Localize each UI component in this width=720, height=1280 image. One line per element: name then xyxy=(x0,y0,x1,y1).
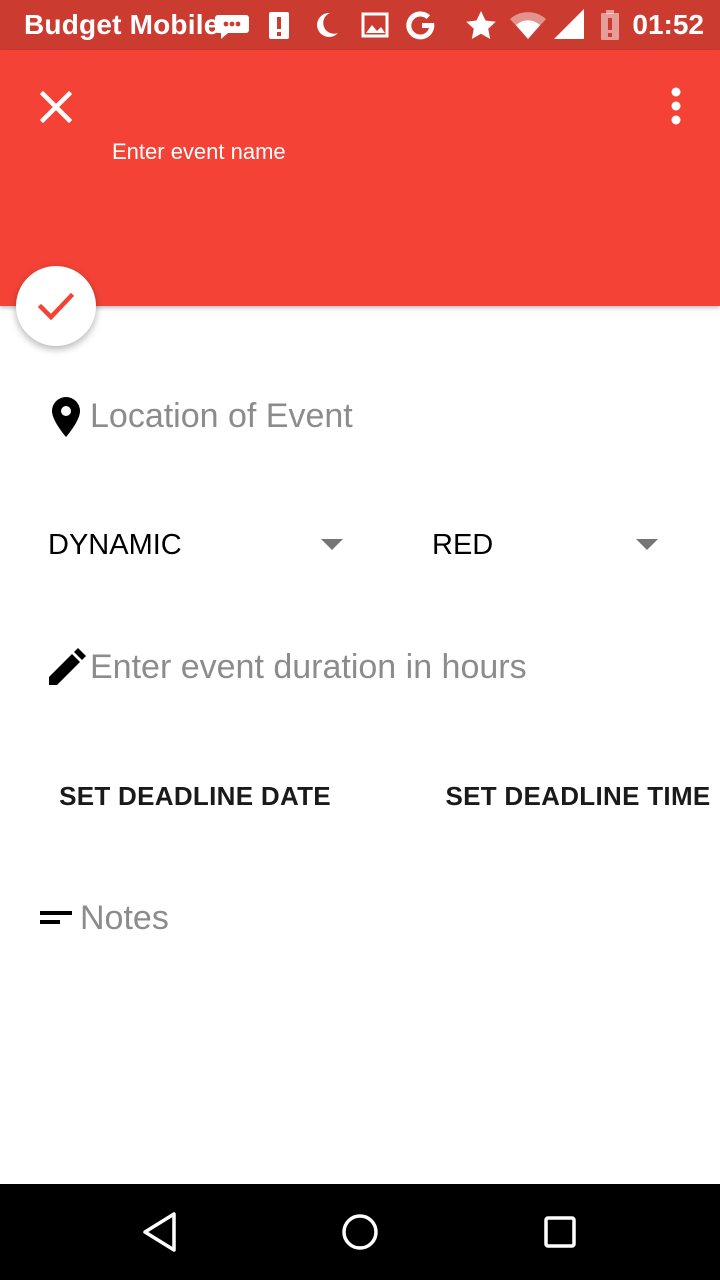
duration-input[interactable] xyxy=(90,645,710,689)
recents-button[interactable] xyxy=(520,1200,600,1264)
carrier-name: Budget Mobile xyxy=(24,9,220,40)
back-button[interactable] xyxy=(120,1200,200,1264)
dropdown-arrow-icon xyxy=(636,539,658,550)
notes-icon xyxy=(40,911,72,924)
home-icon xyxy=(342,1214,378,1250)
recents-icon xyxy=(544,1216,576,1248)
battery-alert-icon xyxy=(601,10,619,40)
moon-icon xyxy=(317,12,338,37)
event-type-value: DYNAMIC xyxy=(48,528,182,561)
clock: 01:52 xyxy=(632,9,704,40)
set-deadline-date-button[interactable]: SET DEADLINE DATE xyxy=(56,764,334,828)
app-bar xyxy=(0,50,720,306)
pencil-icon xyxy=(49,648,86,685)
location-input[interactable] xyxy=(90,394,650,438)
event-color-spinner[interactable]: RED xyxy=(432,515,662,575)
more-options-button[interactable] xyxy=(656,82,696,130)
event-name-input[interactable] xyxy=(112,134,632,170)
set-deadline-time-button[interactable]: SET DEADLINE TIME xyxy=(442,764,714,828)
image-icon xyxy=(361,12,389,38)
location-pin-icon xyxy=(52,397,80,437)
back-icon xyxy=(143,1212,176,1252)
more-vert-icon xyxy=(671,87,681,125)
save-fab-button[interactable] xyxy=(16,266,96,346)
google-icon xyxy=(406,11,435,40)
check-icon xyxy=(37,292,75,321)
star-icon xyxy=(466,11,496,39)
event-color-value: RED xyxy=(432,528,494,561)
wifi-icon xyxy=(510,12,546,39)
event-type-spinner[interactable]: DYNAMIC xyxy=(48,515,348,575)
notes-input[interactable] xyxy=(80,896,680,940)
dropdown-arrow-icon xyxy=(321,539,343,550)
close-icon xyxy=(39,90,73,124)
alert-icon xyxy=(269,12,289,39)
message-icon xyxy=(215,15,249,39)
home-button[interactable] xyxy=(320,1200,400,1264)
close-button[interactable] xyxy=(24,80,88,134)
signal-icon xyxy=(554,9,584,39)
